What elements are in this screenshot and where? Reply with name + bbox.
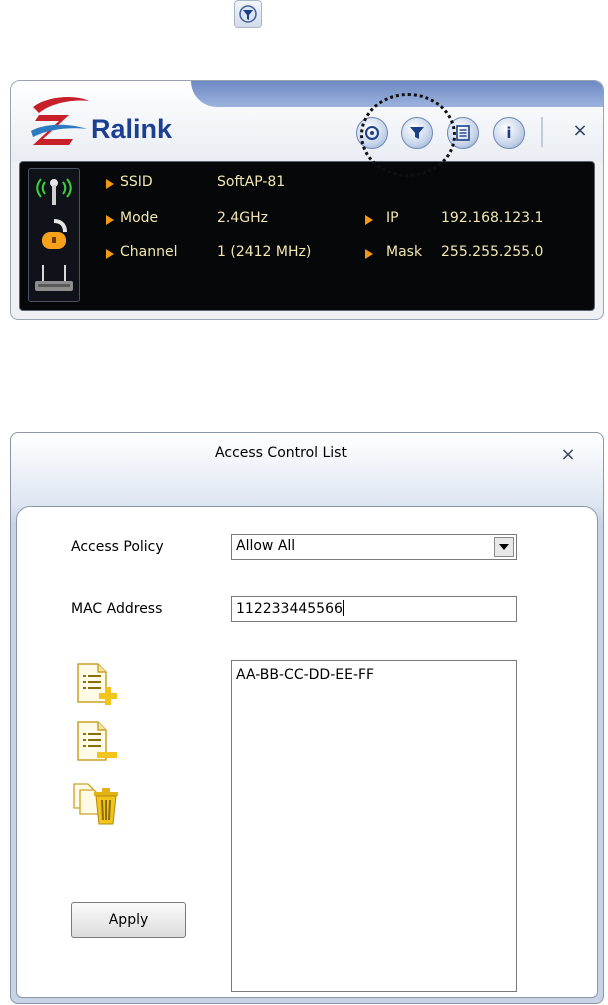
remove-document-icon [77,721,117,761]
access-policy-value: Allow All [236,538,296,554]
ip-label: IP [386,210,399,226]
mode-value: 2.4GHz [217,210,268,226]
access-policy-select[interactable]: Allow All [231,534,517,560]
filter-icon [234,0,262,28]
status-icon-column [28,168,80,302]
ssid-bullet-icon [106,179,114,189]
close-icon[interactable]: × [557,443,579,465]
add-document-icon [77,663,117,705]
about-button[interactable]: i [493,117,525,149]
ssid-value: SoftAP-81 [217,174,286,190]
apply-button[interactable]: Apply [71,902,186,938]
ip-value: 192.168.123.1 [441,210,544,226]
ralink-logo-icon [31,97,89,145]
close-icon[interactable]: × [569,119,591,141]
access-policy-label: Access Policy [71,539,164,555]
channel-bullet-icon [106,249,114,259]
status-panel: SSID SoftAP-81 Mode 2.4GHz IP 192.168.12… [19,161,595,311]
ralink-utility-window: Ralink i × SSID SoftAP-81 Mode 2.4GHz IP… [10,80,604,320]
add-mac-button[interactable] [70,660,122,708]
mac-address-list[interactable]: AA-BB-CC-DD-EE-FF [231,660,517,992]
ralink-logo-text: Ralink [91,114,173,144]
chevron-down-icon[interactable] [494,537,514,557]
mask-label: Mask [386,244,423,260]
delete-all-button[interactable] [70,780,122,828]
trash-icon [73,783,118,825]
channel-label: Channel [120,244,178,260]
mac-address-input[interactable]: 112233445566 [231,596,517,622]
router-icon [35,265,73,291]
list-icon [456,125,470,141]
mac-address-label: MAC Address [71,601,163,617]
mask-value: 255.255.255.0 [441,244,544,260]
mac-address-value: 112233445566 [236,601,343,617]
signal-icon [36,178,72,205]
info-icon: i [506,124,512,142]
mode-bullet-icon [106,215,114,225]
mode-label: Mode [120,210,159,226]
list-item[interactable]: AA-BB-CC-DD-EE-FF [236,667,374,683]
highlight-circle [360,93,456,177]
ip-bullet-icon [365,215,373,225]
ssid-label: SSID [120,174,153,190]
toolbar-separator [541,117,543,147]
unlock-icon [42,219,67,249]
channel-value: 1 (2412 MHz) [217,244,312,260]
dialog-title: Access Control List [215,445,347,461]
remove-mac-button[interactable] [70,718,122,766]
mask-bullet-icon [365,249,373,259]
text-caret [342,600,344,616]
